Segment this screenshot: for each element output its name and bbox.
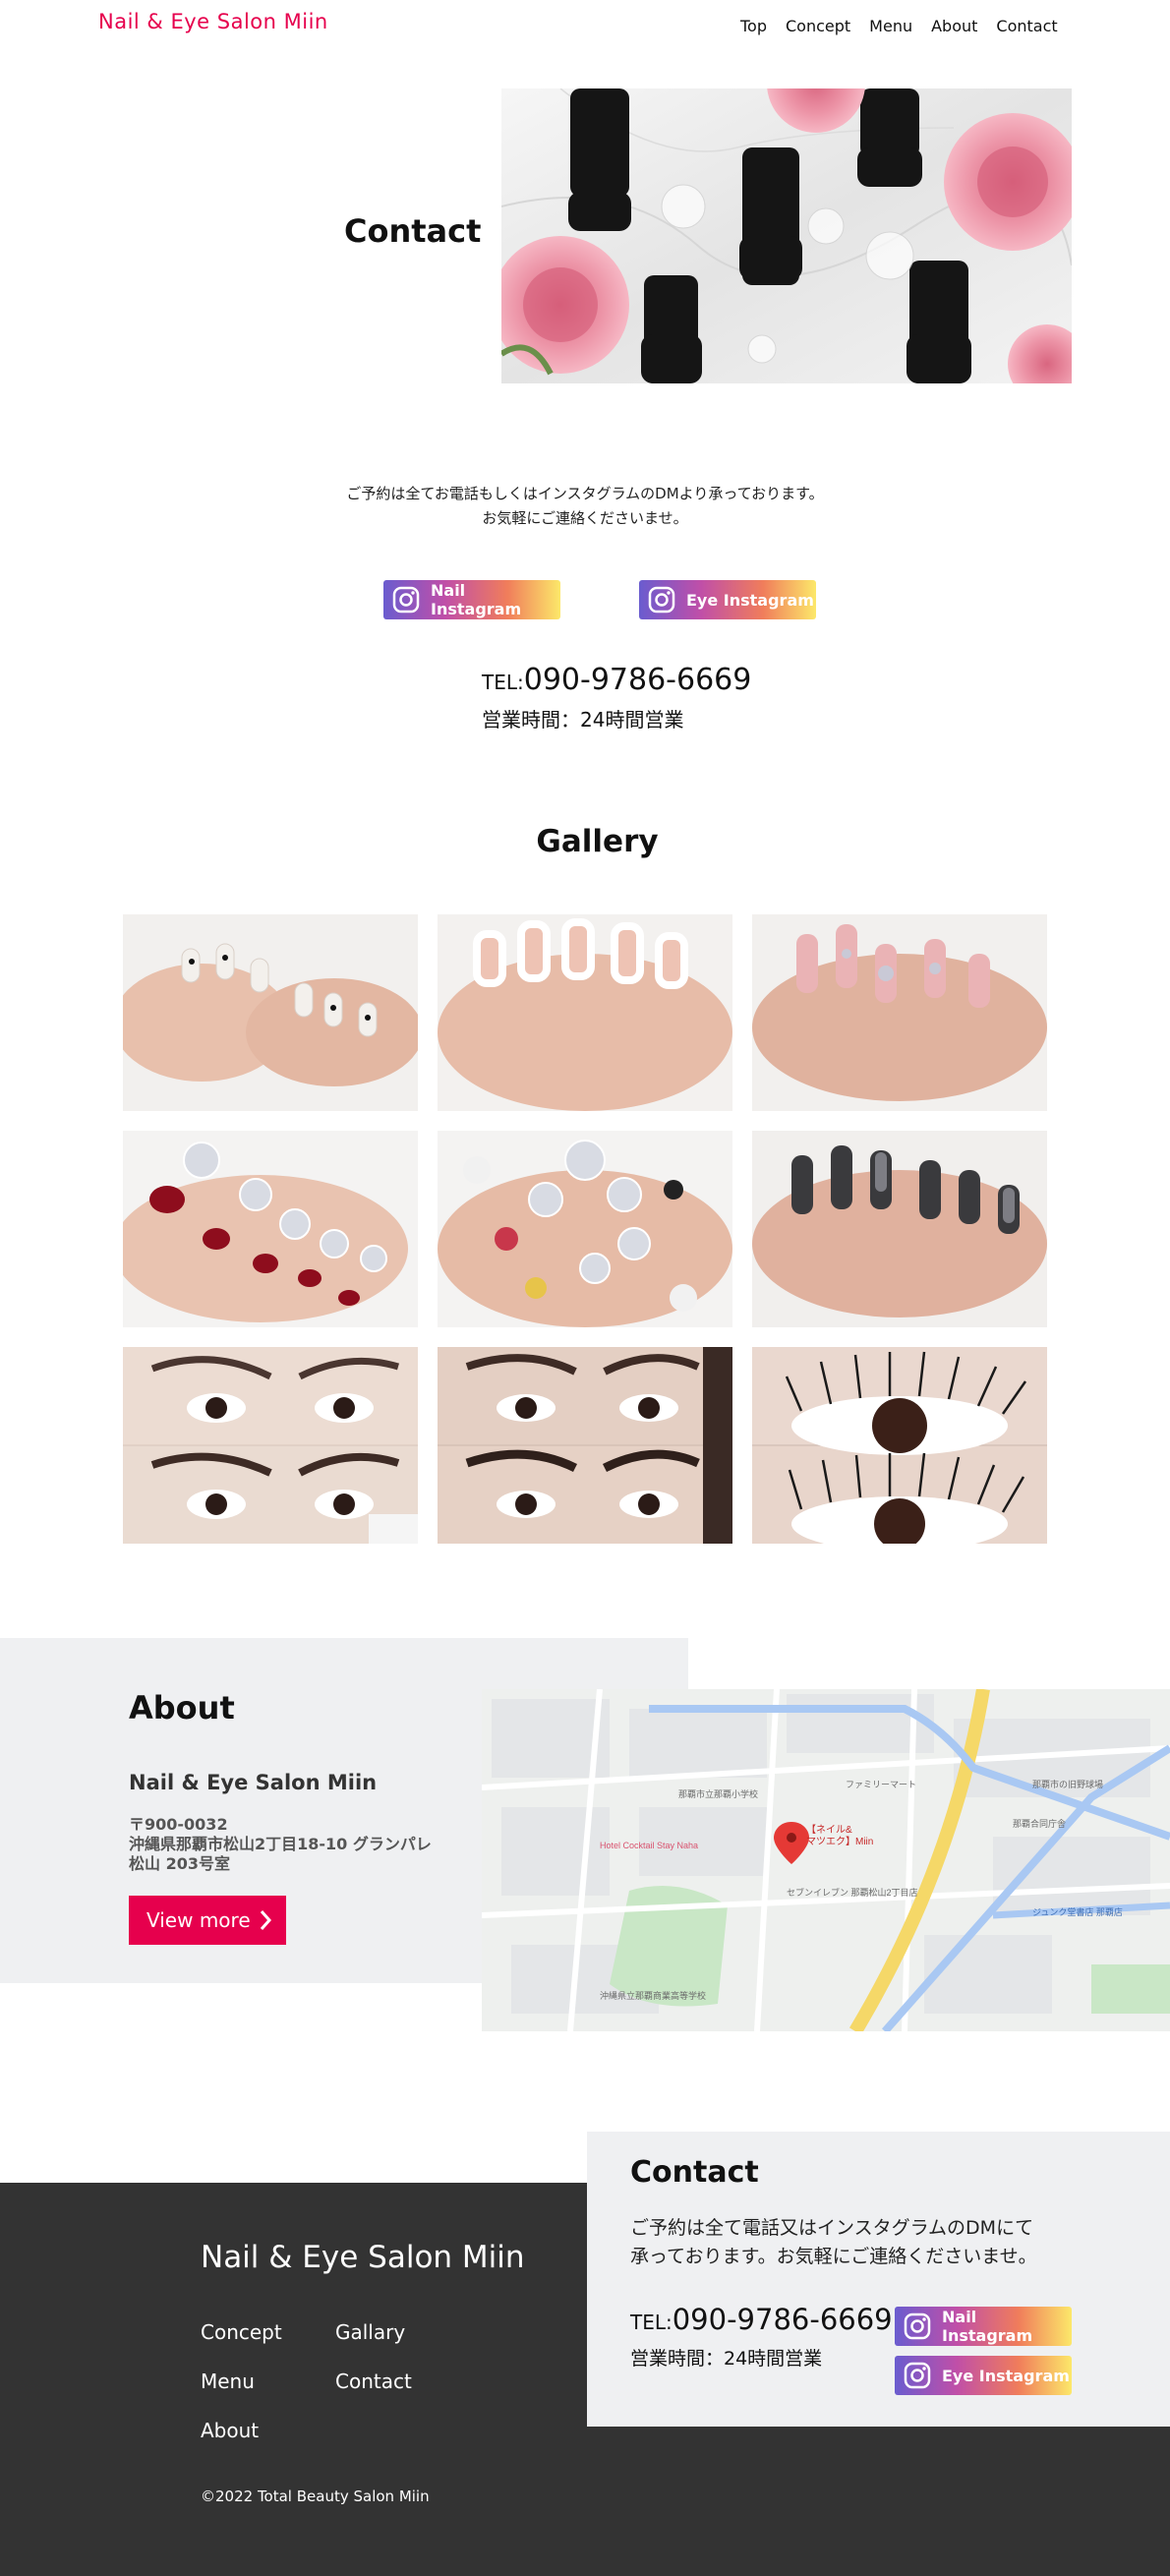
nav-about[interactable]: About [931, 17, 977, 35]
salon-name: Nail & Eye Salon Miin [129, 1771, 378, 1794]
footer-link-menu[interactable]: Menu [201, 2370, 255, 2393]
nav-menu[interactable]: Menu [869, 17, 912, 35]
map-label: 那覇市立那覇小学校 [678, 1788, 758, 1799]
tel-value: 090-9786-6669 [672, 2303, 893, 2336]
gallery-image[interactable] [438, 1347, 732, 1544]
footer-eye-instagram-button[interactable]: Eye Instagram [895, 2356, 1072, 2395]
gallery-image[interactable] [438, 914, 732, 1111]
footer-link-about[interactable]: About [201, 2419, 259, 2442]
contact-card-text: ご予約は全て電話又はインスタグラムのDMにて 承っております。お気軽にご連絡くだ… [630, 2214, 1141, 2271]
view-more-label: View more [146, 1908, 251, 1932]
footer-link-gallery[interactable]: Gallary [335, 2320, 405, 2344]
instagram-icon [904, 2313, 931, 2340]
map-pin-label-1: 【ネイル& [806, 1824, 852, 1836]
contact-card-title: Contact [630, 2155, 759, 2190]
map-label: ファミリーマート [846, 1780, 916, 1789]
nail-instagram-button[interactable]: Nail Instagram [383, 580, 560, 619]
nav-concept[interactable]: Concept [786, 17, 850, 35]
about-title: About [129, 1689, 235, 1727]
eye-instagram-label: Eye Instagram [686, 590, 814, 610]
instagram-icon [648, 586, 675, 614]
contact-card-phone[interactable]: TEL:090-9786-6669 [630, 2303, 893, 2336]
intro-line-2: お気軽にご連絡くださいませ。 [482, 509, 688, 527]
map-label: 沖縄県立那覇商業高等学校 [600, 1990, 706, 2001]
hero-image [501, 88, 1072, 383]
chevron-right-icon [260, 1910, 272, 1930]
gallery-image[interactable] [438, 1131, 732, 1327]
tel-value: 090-9786-6669 [523, 663, 752, 697]
gallery-image[interactable] [123, 1347, 418, 1544]
intro-line-1: ご予約は全てお電話もしくはインスタグラムのDMより承っております。 [346, 485, 824, 502]
site-logo[interactable]: Nail & Eye Salon Miin [98, 10, 328, 33]
contact-card-line-1: ご予約は全て電話又はインスタグラムのDMにて [630, 2217, 1034, 2239]
eye-instagram-button[interactable]: Eye Instagram [639, 580, 816, 619]
street-address: 沖縄県那覇市松山2丁目18-10 グランパレ松山 203号室 [129, 1835, 432, 1873]
gallery-title: Gallery [536, 824, 659, 859]
gallery-grid [123, 914, 1047, 1544]
instagram-icon [392, 586, 420, 614]
business-hours: 営業時間：24時間営業 [482, 708, 684, 732]
nav-top[interactable]: Top [740, 17, 767, 35]
contact-card-hours: 営業時間：24時間営業 [630, 2348, 823, 2370]
nail-instagram-label: Nail Instagram [431, 581, 522, 618]
footer-link-contact[interactable]: Contact [335, 2370, 412, 2393]
main-nav: Top Concept Menu About Contact [740, 17, 1058, 35]
salon-address: 〒900-0032 沖縄県那覇市松山2丁目18-10 グランパレ松山 203号室 [129, 1815, 443, 1874]
instagram-icon [904, 2362, 931, 2389]
map-label: ジュンク堂書店 那覇店 [1032, 1906, 1123, 1917]
map-pin-label-2: マツエク】Miin [806, 1836, 873, 1847]
contact-card-line-2: 承っております。お気軽にご連絡くださいませ。 [630, 2246, 1037, 2267]
map-label: セブンイレブン 那覇松山2丁目店 [787, 1887, 918, 1898]
contact-intro: ご予約は全てお電話もしくはインスタグラムのDMより承っております。 お気軽にご連… [0, 482, 1170, 531]
gallery-image[interactable] [752, 1131, 1047, 1327]
footer-logo[interactable]: Nail & Eye Salon Miin [201, 2240, 525, 2275]
gallery-image[interactable] [752, 914, 1047, 1111]
footer-nail-instagram-button[interactable]: Nail Instagram [895, 2307, 1072, 2346]
map-label: Hotel Cocktail Stay Naha [600, 1841, 698, 1850]
gallery-image[interactable] [123, 914, 418, 1111]
postal-code: 〒900-0032 [129, 1815, 228, 1834]
view-more-button[interactable]: View more [129, 1896, 286, 1945]
gallery-image[interactable] [752, 1347, 1047, 1544]
map-label: 那覇市の旧野球場 [1032, 1779, 1103, 1789]
map-label: 那覇合同庁舎 [1013, 1818, 1066, 1829]
gallery-image[interactable] [123, 1131, 418, 1327]
footer-eye-instagram-label: Eye Instagram [942, 2366, 1070, 2385]
phone-number[interactable]: TEL:090-9786-6669 [482, 663, 751, 697]
map[interactable]: 【ネイル& マツエク】Miin 那覇市立那覇小学校 セブンイレブン 那覇松山2丁… [482, 1689, 1170, 2031]
footer-nail-instagram-label: Nail Instagram [942, 2308, 1033, 2345]
footer-link-concept[interactable]: Concept [201, 2320, 282, 2344]
tel-prefix: TEL: [630, 2311, 673, 2334]
copyright: ©2022 Total Beauty Salon Miin [201, 2488, 430, 2505]
page-title: Contact [344, 212, 482, 250]
nav-contact[interactable]: Contact [996, 17, 1057, 35]
tel-prefix: TEL: [482, 671, 524, 694]
